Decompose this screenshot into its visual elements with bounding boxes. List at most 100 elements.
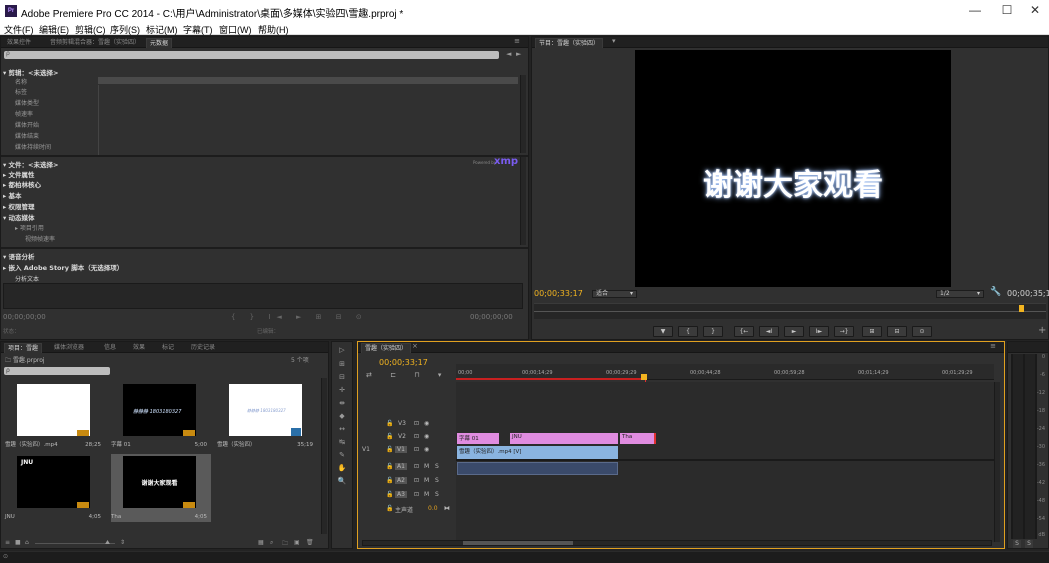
wrench-icon[interactable]: 🔧 (990, 288, 1001, 297)
menu-sequence[interactable]: 序列(S) (110, 23, 140, 36)
work-area-bar[interactable] (456, 378, 644, 380)
metadata-search-input[interactable]: ρ (4, 50, 499, 59)
go-to-out-button[interactable]: →} (834, 326, 854, 337)
track-header-v3[interactable]: 🔓 V3 ⊡ ◉ (358, 420, 456, 432)
zoom-tool-icon[interactable]: 🔍 (335, 477, 349, 486)
tab-info[interactable]: 信息 (101, 343, 119, 353)
time-ruler[interactable]: 00;00 00;00;14;29 00;00;29;29 00;00;44;2… (456, 364, 994, 380)
group-file-properties[interactable]: ▸ 文件属性 (3, 169, 35, 179)
rolling-edit-tool-icon[interactable]: ✛ (335, 386, 349, 395)
clip-title-01[interactable]: 字幕 01 (457, 433, 499, 444)
plus-icon[interactable]: + (1038, 326, 1046, 336)
slip-tool-icon[interactable]: ↔ (335, 425, 349, 434)
story-script-row[interactable]: ▸ 嵌入 Adobe Story 脚本（无选择项） (3, 262, 123, 272)
tab-history[interactable]: 历史记录 (188, 343, 218, 353)
playhead-marker[interactable] (1019, 305, 1024, 312)
fit-dropdown[interactable]: 适合 ▾ (592, 290, 637, 298)
razor-tool-icon[interactable]: ◆ (335, 412, 349, 421)
tab-effect-controls[interactable]: 效果控件 (4, 38, 34, 48)
track-header-master[interactable]: 🔓 主声道 0.0 ⧓ (358, 505, 456, 517)
close-button[interactable]: ✕ (1020, 3, 1049, 17)
name-input[interactable] (98, 77, 518, 84)
new-item-icon[interactable]: ▣ (294, 539, 300, 546)
metadata-playback-controls[interactable]: { } I◄ ► ⊞ ⊟ ⊙ (231, 313, 368, 321)
sort-icon[interactable]: ⌂ (25, 539, 29, 546)
project-item[interactable]: JNU JNU 4;05 (5, 454, 105, 522)
tab-dropdown-icon[interactable]: ▾ (612, 37, 616, 46)
project-item-selected[interactable]: 谢谢大家观看 Tha 4;05 (111, 454, 211, 522)
track-header-v1[interactable]: V1 🔓 V1 ⊡ ◉ (358, 446, 456, 458)
timecode-in[interactable]: 00;00;00;00 (3, 313, 46, 321)
project-scrollbar[interactable] (321, 378, 327, 534)
track-header-a2[interactable]: 🔓 A2 ⊡ M S (358, 477, 456, 489)
program-timecode[interactable]: 00;00;33;17 (534, 289, 583, 298)
tab-sequence[interactable]: 雪趣（实验四） (361, 343, 412, 353)
step-forward-button[interactable]: I► (809, 326, 829, 337)
analysis-textarea[interactable] (3, 283, 523, 309)
slide-tool-icon[interactable]: ↹ (335, 438, 349, 447)
rate-stretch-tool-icon[interactable]: ⇼ (335, 399, 349, 408)
menu-clip[interactable]: 剪辑(C) (75, 23, 106, 36)
project-item[interactable]: 静静静 1803180327 字幕 01 5;00 (111, 382, 211, 450)
tab-metadata[interactable]: 元数据 (146, 38, 173, 48)
project-item[interactable]: 静静静 1803180327 雪趣（实验四） 35;19 (217, 382, 317, 450)
trash-icon[interactable]: 🗑 (306, 539, 314, 546)
lift-button[interactable]: ⊞ (862, 326, 882, 337)
tab-media-browser[interactable]: 媒体浏览器 (51, 343, 87, 353)
item-project-ref[interactable]: ▸ 项目引用 (15, 223, 44, 232)
arrow-left-icon[interactable]: ◄ (506, 50, 511, 59)
solo-left-button[interactable]: S (1013, 540, 1021, 548)
timecode-out[interactable]: 00;00;00;00 (470, 313, 513, 321)
resolution-dropdown[interactable]: 1/2 ▾ (936, 290, 984, 298)
mark-out-button[interactable]: } (703, 326, 723, 337)
project-search-input[interactable]: ρ (4, 367, 110, 375)
hand-tool-icon[interactable]: ✋ (335, 464, 349, 473)
menu-edit[interactable]: 编辑(E) (39, 23, 69, 36)
panel-menu-icon[interactable]: ≡ (990, 342, 996, 351)
file-scrollbar[interactable] (520, 157, 526, 245)
scroll-thumb[interactable] (463, 541, 573, 545)
file-section-header[interactable]: ▾ 文件：<未选择> (3, 159, 58, 169)
maximize-button[interactable]: ☐ (992, 3, 1022, 17)
project-item[interactable]: 雪趣（实验四）.mp4 28;25 (5, 382, 105, 450)
tab-project[interactable]: 项目：雪趣 (4, 343, 43, 353)
menu-help[interactable]: 帮助(H) (258, 23, 289, 36)
program-frame[interactable]: 谢谢大家观看 (635, 50, 951, 287)
program-scrubber[interactable] (534, 303, 1046, 319)
timeline-horizontal-scrollbar[interactable] (362, 540, 992, 546)
clip-section-header[interactable]: ▾ 剪辑：<未选择> (3, 67, 58, 77)
clip-v1[interactable]: 雪趣（实验四）.mp4 [V] (457, 446, 618, 459)
timeline-timecode[interactable]: 00;00;33;17 (379, 358, 428, 367)
tab-audio-clip-mixer[interactable]: 音频剪辑混合器：雪趣（实验四） (47, 38, 143, 48)
close-tab-icon[interactable]: × (412, 342, 418, 351)
track-select-tool-icon[interactable]: ⊞ (335, 360, 349, 369)
zoom-slider[interactable] (35, 543, 115, 544)
sort-toggle-icon[interactable]: ⇕ (120, 539, 125, 546)
timeline-scrollbar[interactable] (994, 382, 1000, 542)
group-dynamic-media[interactable]: ▾ 动态媒体 (3, 212, 35, 222)
solo-right-button[interactable]: S (1025, 540, 1033, 548)
selection-tool-icon[interactable]: ▷ (335, 346, 349, 355)
find-icon[interactable]: ⌕ (270, 539, 273, 547)
menu-window[interactable]: 窗口(W) (219, 23, 252, 36)
track-header-v2[interactable]: 🔓 V2 ⊡ ◉ (358, 433, 456, 445)
add-marker-button[interactable]: ▼ (653, 326, 673, 337)
clip-tha[interactable]: Tha (620, 433, 656, 444)
playhead-handle[interactable] (641, 374, 647, 380)
group-dublin-core[interactable]: ▸ 都柏林核心 (3, 179, 41, 189)
pen-tool-icon[interactable]: ✎ (335, 451, 349, 460)
mark-in-button[interactable]: { (678, 326, 698, 337)
play-button[interactable]: ► (784, 326, 804, 337)
group-rights[interactable]: ▸ 权限管理 (3, 201, 35, 211)
tab-effects[interactable]: 效果 (130, 343, 148, 353)
automate-icon[interactable]: ▦ (258, 539, 264, 546)
menu-file[interactable]: 文件(F) (4, 23, 34, 36)
icon-view-icon[interactable]: ■ (15, 539, 21, 546)
clip-jnu[interactable]: JNU (510, 433, 618, 444)
clip-scrollbar[interactable] (520, 75, 526, 153)
tab-program[interactable]: 节目：雪趣（实验四） (535, 38, 604, 48)
go-to-in-button[interactable]: {← (734, 326, 754, 337)
new-bin-icon[interactable]: 🗀 (282, 539, 288, 549)
panel-menu-icon[interactable]: ≡ (514, 37, 520, 46)
speech-section-header[interactable]: ▾ 语音分析 (3, 251, 35, 261)
